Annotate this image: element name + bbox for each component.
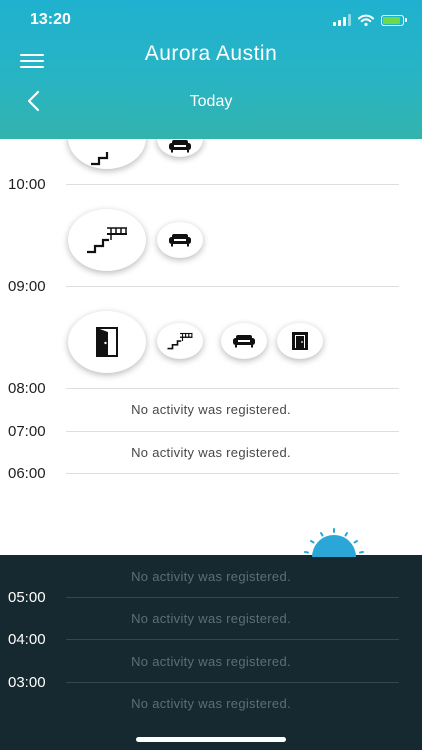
hour-line — [66, 184, 399, 185]
hour-label-03: 03:00 — [8, 674, 46, 691]
door-icon — [96, 327, 118, 357]
empty-activity-message: No activity was registered. — [131, 402, 291, 417]
sofa-icon — [233, 335, 255, 348]
hour-line — [66, 286, 399, 287]
home-indicator[interactable] — [136, 737, 286, 742]
activity-stairs-bubble[interactable] — [157, 323, 203, 359]
activity-door-bubble[interactable] — [277, 323, 323, 359]
activity-stairs-bubble[interactable] — [68, 139, 146, 169]
cellular-signal-icon — [333, 14, 351, 26]
sofa-icon — [169, 140, 191, 153]
status-time: 13:20 — [30, 11, 71, 28]
hour-label-04: 04:00 — [8, 631, 46, 648]
hour-line — [66, 682, 399, 683]
battery-icon — [381, 14, 407, 26]
hour-line — [66, 388, 399, 389]
sofa-icon — [169, 234, 191, 247]
page-title: Aurora Austin — [144, 42, 278, 65]
empty-activity-message: No activity was registered. — [131, 696, 291, 711]
door-icon — [292, 332, 308, 350]
activity-door-bubble[interactable] — [68, 311, 146, 373]
activity-timeline[interactable]: 10:00 09:00 08:00 No activity was regist… — [0, 139, 422, 555]
stairs-icon — [87, 227, 127, 254]
empty-activity-message: No activity was registered. — [131, 654, 291, 669]
activity-stairs-bubble[interactable] — [68, 209, 146, 271]
hour-line — [66, 473, 399, 474]
app-header: 13:20 Aurora Austin Today — [0, 0, 422, 139]
activity-sofa-bubble[interactable] — [221, 323, 267, 359]
hour-label-06: 06:00 — [8, 465, 46, 482]
status-icons — [333, 12, 407, 28]
wifi-icon — [358, 14, 374, 26]
sunrise-icon — [304, 528, 364, 557]
stairs-icon — [167, 332, 193, 350]
activity-sofa-bubble[interactable] — [157, 222, 203, 258]
stairs-icon — [91, 152, 109, 166]
day-label: Today — [189, 93, 233, 110]
empty-activity-message: No activity was registered. — [131, 445, 291, 460]
hour-label-05: 05:00 — [8, 589, 46, 606]
hour-line — [66, 431, 399, 432]
empty-activity-message: No activity was registered. — [131, 611, 291, 626]
hour-line — [66, 639, 399, 640]
hour-line — [66, 597, 399, 598]
hour-label-08: 08:00 — [8, 380, 46, 397]
night-timeline[interactable]: No activity was registered. 05:00 No act… — [0, 555, 422, 750]
hour-label-10: 10:00 — [8, 176, 46, 193]
activity-sofa-bubble[interactable] — [157, 139, 203, 157]
empty-activity-message: No activity was registered. — [131, 569, 291, 584]
hour-label-07: 07:00 — [8, 423, 46, 440]
hour-label-09: 09:00 — [8, 278, 46, 295]
